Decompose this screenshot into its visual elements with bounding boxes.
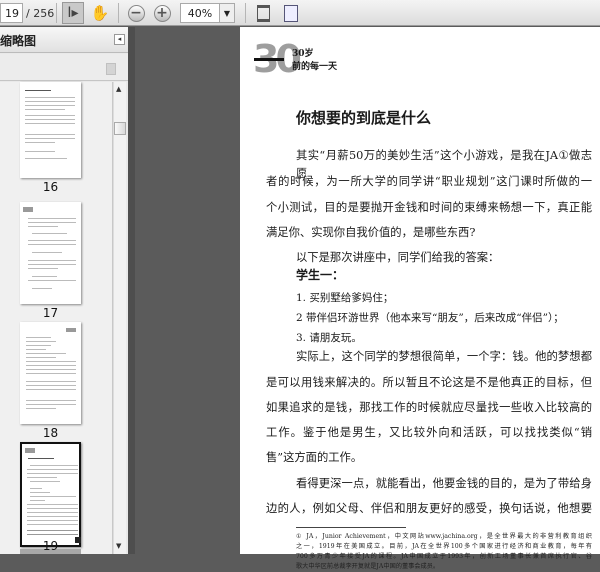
hand-tool-icon: ✋ <box>90 4 110 22</box>
thumbnails-panel: 缩略图 ◂ 16 17 18 19 ▲ ▼ <box>0 27 128 554</box>
trash-icon[interactable] <box>106 63 116 75</box>
dropdown-icon: ▼ <box>223 8 231 18</box>
body-line: 以下是那次讲座中，同学们给我的答案： <box>296 251 500 264</box>
footnote-line: 之一，1919年在美国成立。目前，JA在全世界100多个国家进行经济和商业教育，… <box>296 543 592 550</box>
collapse-left-icon: ◂ <box>117 35 122 43</box>
hand-tool-button[interactable]: ✋ <box>89 2 111 24</box>
logo-bar <box>254 58 284 61</box>
collapse-panel-button[interactable]: ◂ <box>114 34 125 45</box>
thumbnail-label: 18 <box>42 426 59 440</box>
panel-title: 缩略图 <box>0 34 37 48</box>
body-line: 边的人，例如父母、伴侣和朋友更好的感受，换句话说，他想要 <box>266 502 592 515</box>
zoom-in-button[interactable]: + <box>151 2 173 24</box>
student-heading: 学生一： <box>296 268 345 282</box>
thumbnail-page-19-selected[interactable] <box>20 442 81 547</box>
thumbnail-page-16[interactable] <box>20 82 81 178</box>
divider <box>56 3 57 23</box>
zoom-in-icon: + <box>153 4 171 22</box>
body-line: 者的时候，为一所大学的同学讲“职业规划”这门课时所做的一 <box>266 175 592 188</box>
thumbnail-page-17[interactable] <box>20 202 81 304</box>
select-tool-button[interactable]: I▸ <box>62 2 84 24</box>
page-number-input[interactable]: 19 <box>0 3 23 23</box>
section-title: 你想要的到底是什么 <box>296 109 432 127</box>
divider <box>118 3 119 23</box>
header-line-1: 30岁 <box>292 49 314 59</box>
divider <box>245 3 246 23</box>
scroll-down-icon[interactable]: ▼ <box>116 542 121 550</box>
zoom-level-input[interactable]: 40% <box>180 3 220 23</box>
fit-page-icon <box>284 4 298 22</box>
footnote-line: 歌大中华区前总裁李开复就是JA中国的董事会成员。 <box>296 563 440 570</box>
thumbnail-list: 16 17 18 <box>0 82 113 554</box>
body-line: 如果追求的是钱，那找工作的时候就应尽量找一些收入比较高的 <box>266 401 592 414</box>
footnote-line: ① JA，Junior Achievement，中文网站www.jachina.… <box>296 533 592 540</box>
list-item: 2 带伴侣环游世界（他本来写“朋友”，后来改成“伴侣”）； <box>296 312 564 324</box>
select-tool-icon: I▸ <box>67 5 79 21</box>
scrollbar-thumb[interactable] <box>114 122 126 135</box>
header-line-2: 前的每一天 <box>292 62 338 72</box>
thumbnail-label: 19 <box>42 539 59 553</box>
fit-width-button[interactable] <box>252 2 274 24</box>
fit-page-button[interactable] <box>280 2 302 24</box>
body-line: 工作。鉴于他是男生，又比较外向和活跃，可以找找类似“销 <box>266 426 592 439</box>
scroll-up-icon[interactable]: ▲ <box>116 85 121 93</box>
thumbnail-label: 16 <box>42 180 59 194</box>
zoom-out-button[interactable]: − <box>125 2 147 24</box>
body-line: 实际上，这个同学的梦想很简单，一个字：钱。他的梦想都 <box>296 350 592 363</box>
zoom-out-icon: − <box>127 4 145 22</box>
footnote-separator <box>296 527 406 528</box>
body-line: 个小测试，目的是要抛开金钱和时间的束缚来畅想一下，真正能 <box>266 201 592 214</box>
body-line: 售”这方面的工作。 <box>266 451 363 464</box>
list-item: 1. 买别墅给爹妈住； <box>296 292 394 304</box>
page-total: / 256 <box>26 7 55 20</box>
thumbnail-page-18[interactable] <box>20 322 81 424</box>
zoom-dropdown-button[interactable]: ▼ <box>219 3 235 23</box>
body-line: 满足你、实现你自我价值的，是哪些东西? <box>266 226 476 239</box>
toolbar: 19 / 256 I▸ ✋ − + 40% ▼ <box>0 0 600 26</box>
document-page: 30 30岁 前的每一天 你想要的到底是什么 其实“月薪50万的美妙生活”这个小… <box>240 27 600 570</box>
panel-splitter[interactable] <box>128 27 135 554</box>
body-line: 看得更深一点，就能看出，他要金钱的目的，是为了带给身 <box>296 477 592 490</box>
thumbnail-scrollbar[interactable]: ▲ ▼ <box>113 82 126 554</box>
list-item: 3. 请朋友玩。 <box>296 332 362 344</box>
panel-toolbar <box>0 54 128 81</box>
fit-width-icon <box>256 4 270 22</box>
thumbnail-label: 17 <box>42 306 59 320</box>
panel-header: 缩略图 ◂ <box>0 27 128 53</box>
body-line: 是可以用钱来解决的。所以暂且不论这是不是他真正的目标，但 <box>266 376 592 389</box>
